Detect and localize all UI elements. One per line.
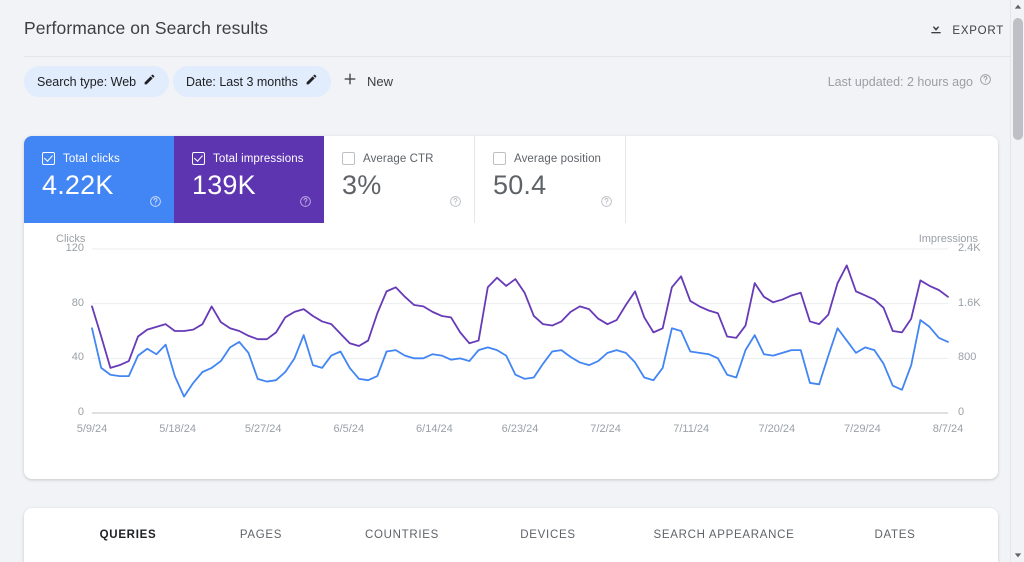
chart-right-tick-label: 2.4K (958, 242, 981, 254)
metric-checkbox-total-impressions[interactable] (192, 152, 205, 165)
tab-search-appearance[interactable]: SEARCH APPEARANCE (654, 508, 795, 562)
new-filter-label: New (367, 74, 394, 89)
chart-x-tick-label: 5/27/24 (244, 423, 282, 435)
metrics-row: Total clicks 4.22K Total impressions 139… (24, 136, 998, 223)
chart-x-tick-label: 8/7/24 (932, 423, 964, 435)
scroll-up-arrow-icon[interactable] (1011, 0, 1024, 14)
chart-x-tick-label: 7/11/24 (673, 423, 710, 435)
export-label: EXPORT (952, 24, 1004, 37)
last-updated-label: Last updated: 2 hours ago (827, 75, 973, 89)
new-filter-button[interactable]: New (334, 66, 401, 97)
filter-chip-search-type[interactable]: Search type: Web (24, 66, 170, 97)
tab-countries[interactable]: COUNTRIES (365, 508, 439, 562)
chart-left-tick-label: 0 (77, 406, 84, 418)
dimension-tabs-card: QUERIES PAGES COUNTRIES DEVICES SEARCH APPEA… (24, 508, 998, 562)
plus-icon (342, 71, 358, 92)
metric-checkbox-total-clicks[interactable] (42, 152, 55, 165)
help-circle-icon[interactable] (600, 195, 613, 213)
page-title: Performance on Search results (24, 17, 269, 38)
chart-x-tick-label: 6/5/24 (333, 423, 365, 435)
pencil-edit-icon[interactable] (143, 73, 156, 91)
scrollbar-thumb[interactable] (1013, 18, 1023, 140)
tab-queries[interactable]: QUERIES (100, 508, 157, 562)
chart-x-tick-label: 6/23/24 (501, 423, 539, 435)
filter-chip-search-type-label: Search type: Web (37, 74, 137, 89)
chart-left-tick-label: 40 (71, 351, 84, 364)
filter-chip-date-label: Date: Last 3 months (186, 74, 298, 89)
chart-x-tick-label: 6/14/24 (416, 423, 453, 435)
help-circle-icon[interactable] (979, 73, 992, 91)
metrics-row-filler (626, 136, 998, 223)
chart-x-tick-label: 5/9/24 (76, 423, 108, 435)
dimension-tabs: QUERIES PAGES COUNTRIES DEVICES SEARCH APPEA… (24, 508, 998, 562)
search-console-performance-page: Performance on Search results EXPORT Sea… (0, 0, 1024, 562)
chart-x-tick-label: 7/20/24 (758, 423, 796, 435)
help-circle-icon[interactable] (449, 195, 462, 213)
chart-right-tick-label: 800 (958, 351, 977, 364)
last-updated: Last updated: 2 hours ago (828, 73, 992, 91)
metric-card-average-ctr[interactable]: Average CTR 3% (324, 136, 475, 223)
tab-pages[interactable]: PAGES (240, 508, 282, 562)
metric-card-total-impressions[interactable]: Total impressions 139K (174, 136, 324, 223)
metric-checkbox-average-ctr[interactable] (342, 152, 355, 165)
chart-x-tick-label: 7/29/24 (844, 423, 881, 435)
chart-x-tick-label: 7/2/24 (590, 423, 621, 435)
metric-label-total-clicks: Total clicks (63, 152, 120, 165)
pencil-edit-icon[interactable] (305, 73, 318, 91)
chart-x-tick-label: 5/18/24 (159, 423, 196, 435)
performance-card: Total clicks 4.22K Total impressions 139… (24, 136, 998, 479)
tab-devices[interactable]: DEVICES (520, 508, 575, 562)
filter-bar: Search type: Web Date: Last 3 months New… (0, 57, 1010, 106)
metric-checkbox-average-position[interactable] (493, 152, 506, 165)
metric-label-total-impressions: Total impressions (213, 152, 304, 165)
tab-dates[interactable]: DATES (875, 508, 916, 562)
metric-card-total-clicks[interactable]: Total clicks 4.22K (24, 136, 174, 223)
chart-right-tick-label: 0 (958, 406, 965, 418)
chart-series-line (91, 264, 949, 369)
metric-label-average-ctr: Average CTR (363, 152, 434, 165)
help-circle-icon[interactable] (149, 195, 162, 213)
chart-right-tick-label: 1.6K (958, 296, 981, 309)
chart-left-tick-label: 80 (71, 296, 84, 309)
filter-chip-date[interactable]: Date: Last 3 months (173, 66, 331, 97)
page-scrollbar[interactable] (1010, 0, 1024, 562)
scroll-down-arrow-icon[interactable] (1011, 548, 1024, 562)
download-icon (928, 20, 944, 41)
chart-canvas (91, 248, 949, 414)
chart-left-tick-label: 120 (65, 242, 84, 254)
page-header: Performance on Search results (0, 0, 1010, 56)
help-circle-icon[interactable] (299, 195, 312, 213)
performance-chart: Clicks Impressions 0 40 80 120 0 800 1.6K 2.4K… (24, 223, 998, 479)
metric-card-average-position[interactable]: Average position 50.4 (475, 136, 626, 223)
metric-label-average-position: Average position (514, 152, 602, 165)
export-button[interactable]: EXPORT (926, 16, 1006, 45)
